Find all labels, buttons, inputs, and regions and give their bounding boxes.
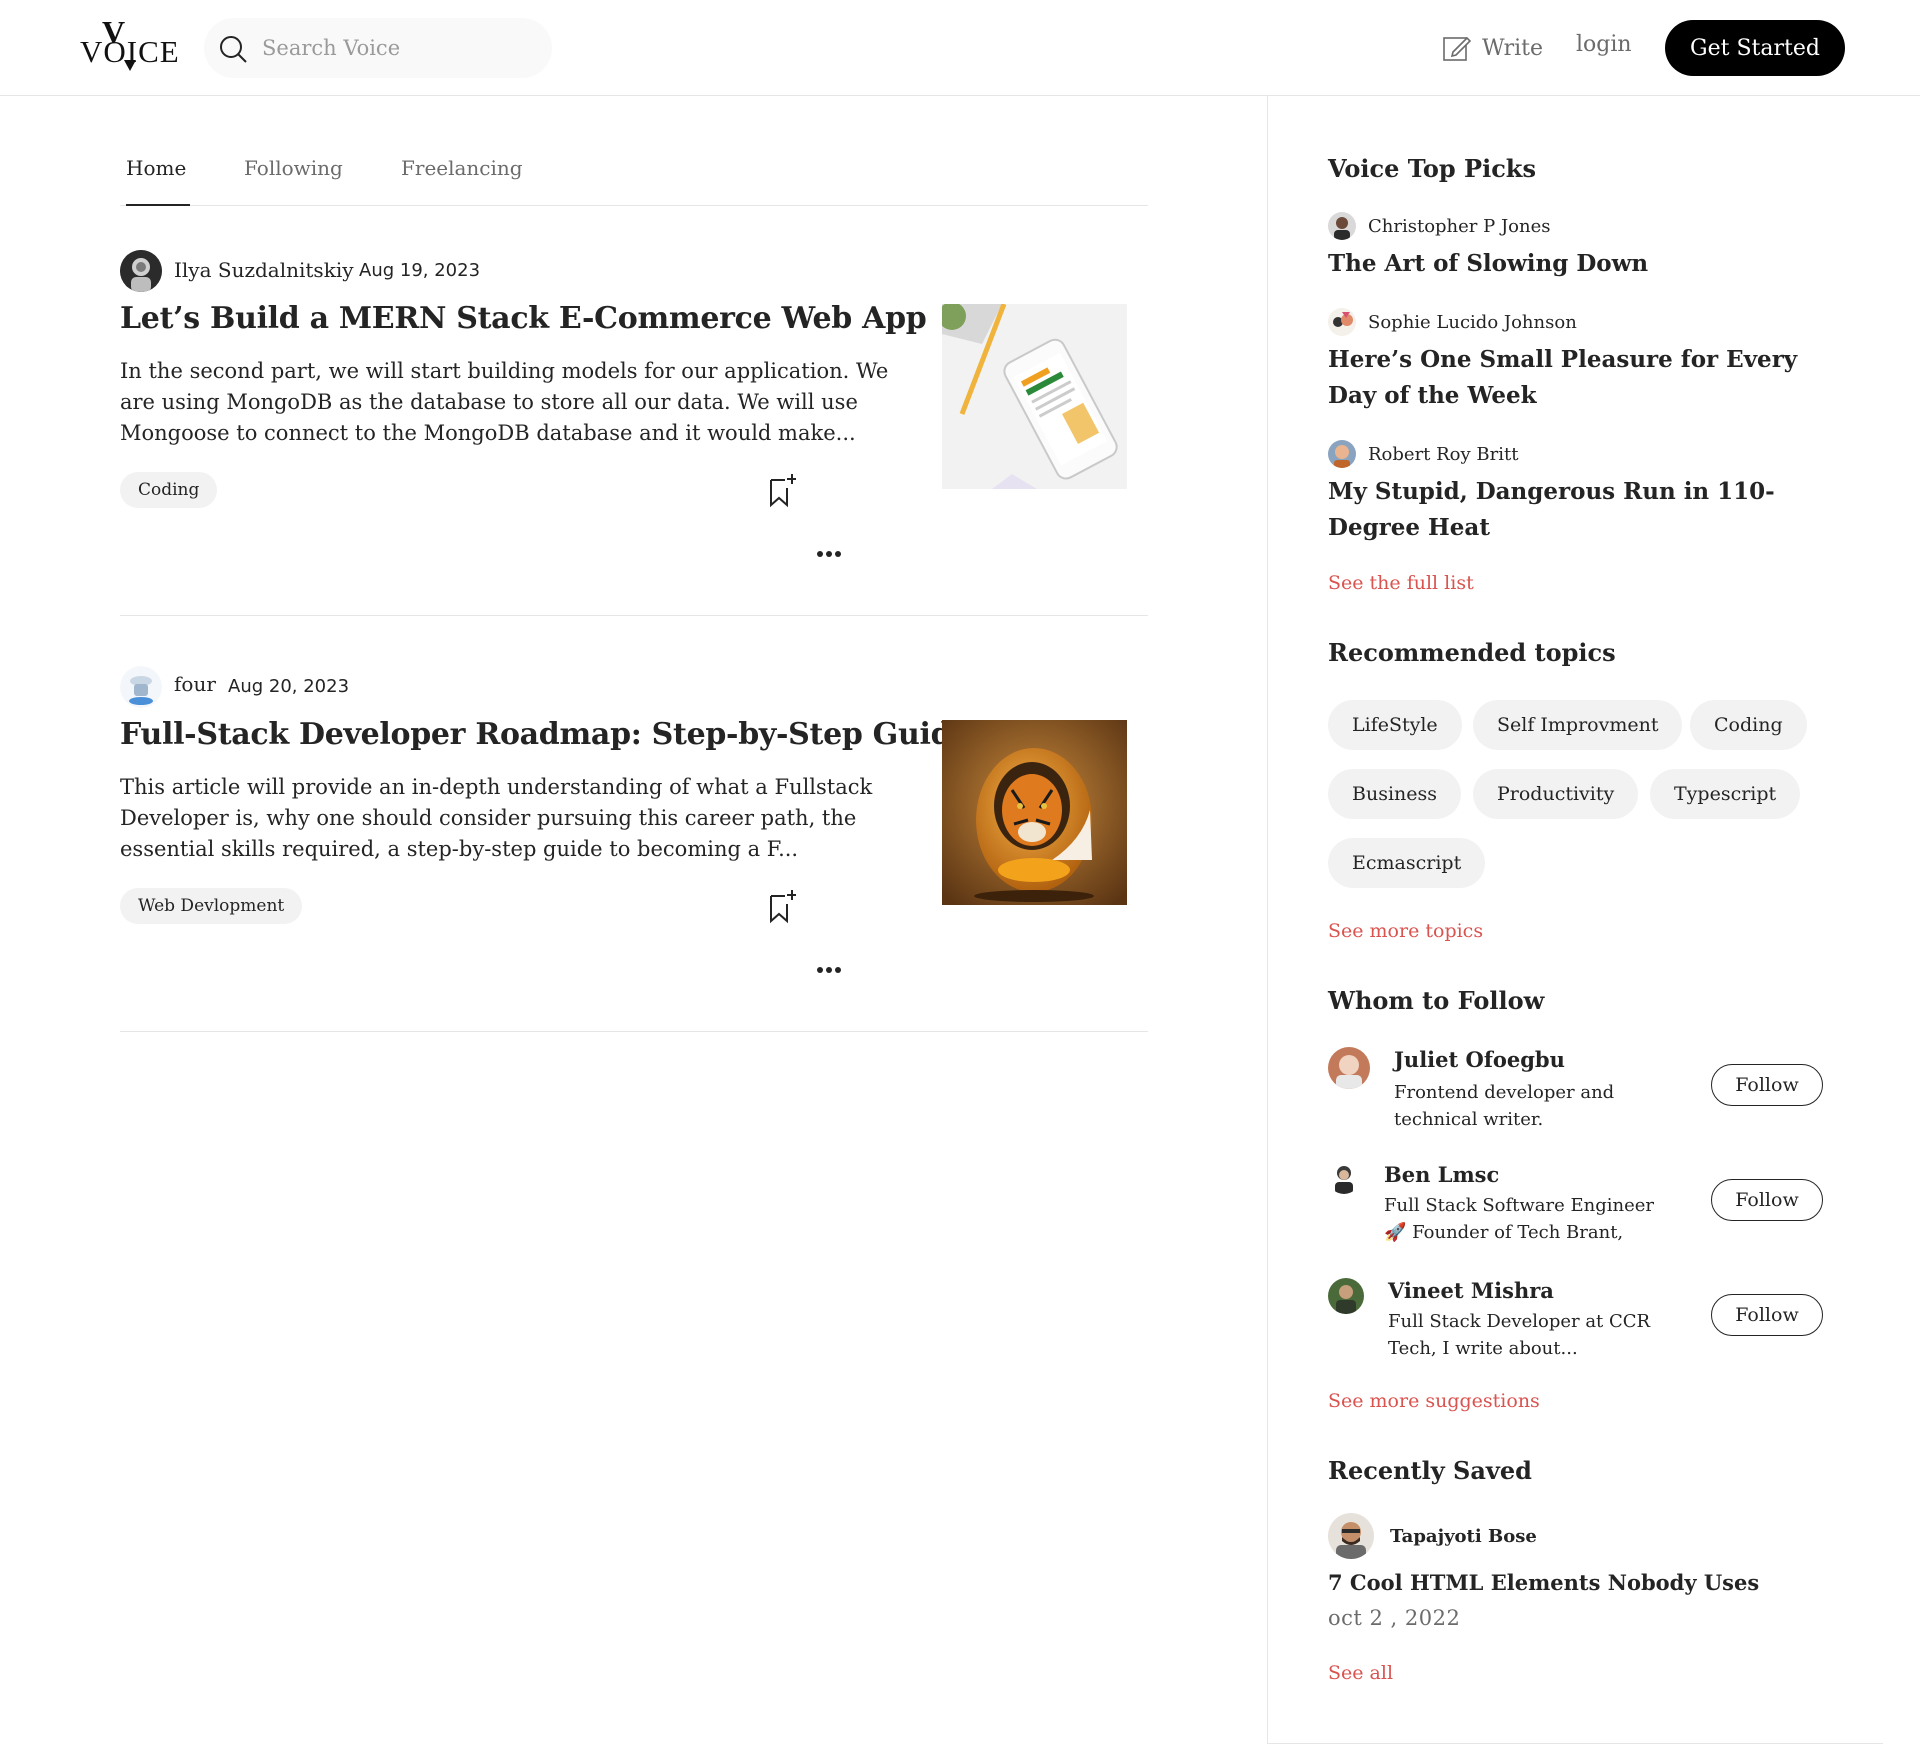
article-excerpt[interactable]: This article will provide an in-depth un… [120, 772, 910, 865]
topic-tag[interactable]: Coding [120, 472, 218, 508]
topic-tag[interactable]: Web Devlopment [120, 888, 303, 924]
follower-avatar[interactable] [1328, 1278, 1364, 1314]
pick-title[interactable]: The Art of Slowing Down [1328, 246, 1818, 282]
topic-chip[interactable]: Typescript [1650, 769, 1801, 819]
pick-author[interactable]: Sophie Lucido Johnson [1328, 308, 1577, 336]
see-all-saved-link[interactable]: See all [1328, 1662, 1393, 1684]
pick-author-name: Christopher P Jones [1368, 215, 1551, 237]
saved-article-date: oct 2 , 2022 [1328, 1606, 1461, 1630]
topic-chip[interactable]: Coding [1690, 700, 1807, 750]
follow-suggestion: Vineet Mishra Full Stack Developer at CC… [1328, 1278, 1848, 1378]
recommended-topics-heading: Recommended topics [1328, 638, 1616, 667]
logo-triangle-icon [124, 60, 136, 71]
follow-button[interactable]: Follow [1711, 1064, 1823, 1106]
author-avatar [1328, 212, 1356, 240]
author-avatar[interactable] [120, 666, 162, 708]
search-icon [220, 36, 247, 63]
author-avatar [1328, 308, 1356, 336]
search-input[interactable] [262, 32, 532, 64]
more-options-icon[interactable] [816, 965, 842, 975]
article-title[interactable]: Full-Stack Developer Roadmap: Step-by-St… [120, 717, 1063, 752]
sidebar-divider [1267, 96, 1268, 1744]
bookmark-add-icon[interactable] [768, 890, 796, 924]
author-name[interactable]: Ilya Suzdalnitskiy [174, 258, 354, 282]
see-more-topics-link[interactable]: See more topics [1328, 920, 1483, 942]
bookmark-add-icon[interactable] [768, 474, 796, 508]
pick-title[interactable]: Here’s One Small Pleasure for Every Day … [1328, 342, 1818, 414]
tab-following[interactable]: Following [244, 156, 343, 206]
follower-bio: Full Stack Software Engineer 🚀 Founder o… [1384, 1195, 1655, 1243]
sidebar-bottom-divider [1267, 1743, 1883, 1744]
pick-author[interactable]: Robert Roy Britt [1328, 440, 1518, 468]
follow-button[interactable]: Follow [1711, 1294, 1823, 1336]
voice-logo[interactable]: V VOICE [80, 14, 179, 74]
follower-bio: Frontend developer and technical writer. [1394, 1082, 1615, 1130]
see-full-list-link[interactable]: See the full list [1328, 572, 1474, 594]
article-title[interactable]: Let’s Build a MERN Stack E-Commerce Web … [120, 301, 927, 336]
follower-name[interactable]: Vineet Mishra [1388, 1278, 1554, 1303]
article-excerpt[interactable]: In the second part, we will start buildi… [120, 356, 910, 449]
top-header: V VOICE Write login Get Started [0, 0, 1920, 96]
topic-chip[interactable]: Ecmascript [1328, 838, 1486, 888]
article-thumbnail[interactable] [942, 304, 1127, 489]
pick-author[interactable]: Christopher P Jones [1328, 212, 1551, 240]
whom-to-follow-heading: Whom to Follow [1328, 986, 1545, 1015]
author-avatar [1328, 440, 1356, 468]
author-name[interactable]: four [174, 672, 216, 696]
follower-bio: Full Stack Developer at CCR Tech, I writ… [1388, 1311, 1651, 1359]
post-date: Aug 19, 2023 [359, 260, 481, 281]
topic-chip[interactable]: Self Improvment [1473, 700, 1683, 750]
tab-home[interactable]: Home [126, 156, 190, 206]
saved-author-name: Tapajyoti Bose [1390, 1525, 1537, 1547]
follower-name[interactable]: Juliet Ofoegbu [1394, 1047, 1565, 1072]
topic-chip[interactable]: LifeStyle [1328, 700, 1462, 750]
pick-author-name: Sophie Lucido Johnson [1368, 311, 1577, 333]
get-started-button[interactable]: Get Started [1665, 20, 1845, 76]
write-icon [1443, 36, 1472, 61]
follow-suggestion: Ben Lmsc Full Stack Software Engineer 🚀 … [1328, 1162, 1848, 1262]
follow-button[interactable]: Follow [1711, 1179, 1823, 1221]
topic-chip[interactable]: Productivity [1473, 769, 1639, 819]
saved-author[interactable]: Tapajyoti Bose [1328, 1513, 1537, 1559]
write-label: Write [1482, 35, 1544, 61]
topic-chip[interactable]: Business [1328, 769, 1462, 819]
top-picks-heading: Voice Top Picks [1328, 154, 1536, 183]
article-card[interactable]: Ilya Suzdalnitskiy Aug 19, 2023 Let’s Bu… [120, 206, 1148, 616]
feed-tabs: Home Following Freelancing [120, 156, 1148, 206]
tab-freelancing[interactable]: Freelancing [401, 156, 523, 206]
follow-suggestion: Juliet Ofoegbu Frontend developer and te… [1328, 1047, 1848, 1147]
pick-title[interactable]: My Stupid, Dangerous Run in 110-Degree H… [1328, 474, 1818, 546]
author-avatar[interactable] [120, 250, 162, 292]
author-avatar [1328, 1513, 1374, 1559]
post-date: Aug 20, 2023 [228, 676, 350, 697]
more-options-icon[interactable] [816, 549, 842, 559]
see-more-suggestions-link[interactable]: See more suggestions [1328, 1390, 1540, 1412]
write-button[interactable]: Write [1442, 30, 1543, 66]
article-thumbnail[interactable] [942, 720, 1127, 905]
search-bar [204, 18, 552, 78]
follower-avatar[interactable] [1328, 1162, 1360, 1194]
follower-name[interactable]: Ben Lmsc [1384, 1162, 1499, 1187]
login-link[interactable]: login [1576, 32, 1632, 57]
article-card[interactable]: four Aug 20, 2023 Full-Stack Developer R… [120, 616, 1148, 1032]
pick-author-name: Robert Roy Britt [1368, 443, 1519, 465]
saved-article-title[interactable]: 7 Cool HTML Elements Nobody Uses [1328, 1570, 1759, 1595]
follower-avatar[interactable] [1328, 1047, 1370, 1089]
recently-saved-heading: Recently Saved [1328, 1456, 1532, 1485]
